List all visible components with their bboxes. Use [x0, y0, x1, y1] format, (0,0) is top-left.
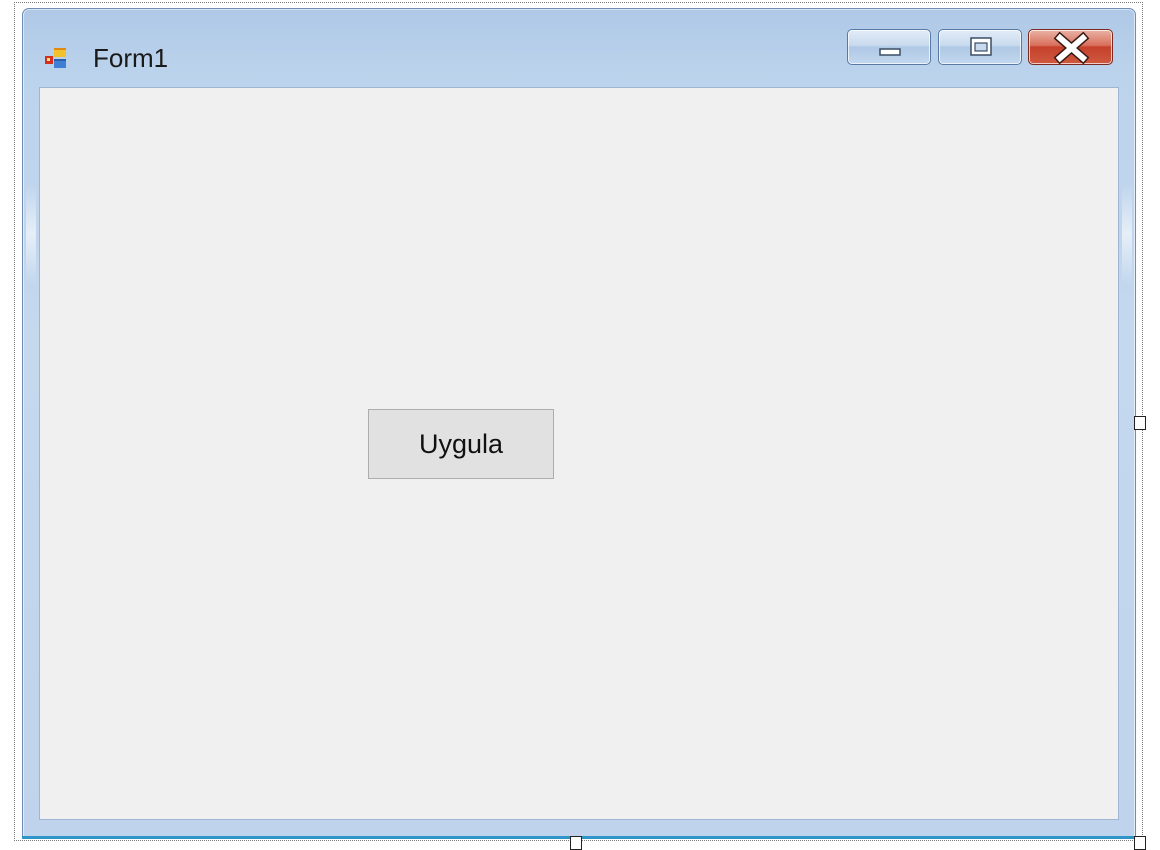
form-window[interactable]: Form1: [22, 8, 1136, 839]
resize-handle-corner[interactable]: [1134, 836, 1146, 850]
form-client-area[interactable]: [39, 87, 1119, 820]
frame-highlight: [1122, 184, 1132, 284]
close-button[interactable]: [1028, 29, 1113, 65]
window-title: Form1: [93, 43, 169, 73]
designer-surface: Form1 Uygula: [0, 0, 1160, 850]
title-bar[interactable]: Form1: [23, 9, 1135, 87]
apply-button[interactable]: Uygula: [368, 409, 554, 479]
winforms-form-icon: [45, 47, 67, 69]
maximize-button[interactable]: [938, 29, 1022, 65]
minimize-button[interactable]: [847, 29, 931, 65]
frame-highlight: [26, 184, 36, 284]
resize-handle-bottom[interactable]: [570, 836, 582, 850]
resize-handle-right[interactable]: [1134, 416, 1146, 430]
